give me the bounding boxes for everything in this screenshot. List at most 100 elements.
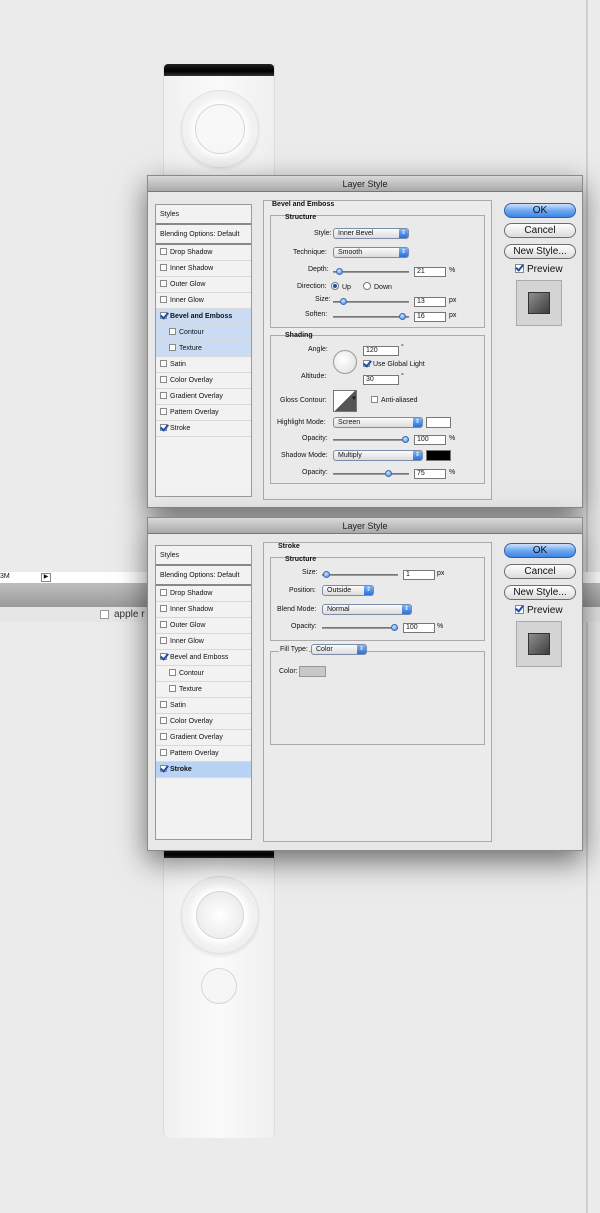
size-slider[interactable] [333, 298, 409, 305]
style-item[interactable]: Gradient Overlay [156, 389, 251, 405]
blending-options[interactable]: Blending Options: Default [156, 225, 251, 245]
checkbox-checked-icon[interactable] [160, 765, 167, 772]
new-style-button[interactable]: New Style... [504, 244, 576, 259]
checkbox-icon[interactable] [160, 360, 167, 367]
style-item[interactable]: Bevel and Emboss [156, 650, 251, 666]
style-item[interactable]: Texture [156, 682, 251, 698]
checkbox-icon[interactable] [160, 637, 167, 644]
slider-knob[interactable] [384, 470, 392, 477]
checkbox-icon[interactable] [160, 392, 167, 399]
soften-slider[interactable] [333, 313, 409, 320]
checkbox-icon[interactable] [160, 376, 167, 383]
checkbox-icon[interactable] [160, 408, 167, 415]
preview-checkbox[interactable]: Preview [515, 605, 563, 616]
slider-knob[interactable] [339, 298, 347, 305]
slider-knob[interactable] [391, 624, 398, 631]
cancel-button[interactable]: Cancel [504, 223, 576, 238]
checkbox-icon[interactable] [169, 669, 176, 676]
slider-knob[interactable] [336, 268, 344, 275]
checkbox-icon[interactable] [160, 280, 167, 287]
checkbox-checked-icon[interactable] [160, 424, 167, 431]
checkbox-checked-icon[interactable] [160, 653, 167, 660]
checkbox-icon[interactable] [160, 589, 167, 596]
checkbox-checked-icon[interactable] [160, 312, 167, 319]
style-item[interactable]: Contour [156, 666, 251, 682]
slider-knob[interactable] [322, 571, 330, 578]
style-item[interactable]: Contour [156, 325, 251, 341]
style-item[interactable]: Satin [156, 357, 251, 373]
stroke-color-swatch[interactable] [299, 666, 326, 677]
blend-mode-select[interactable]: Normal ⇕ [322, 604, 412, 615]
cancel-button[interactable]: Cancel [504, 564, 576, 579]
opacity-slider[interactable] [322, 624, 398, 631]
style-item[interactable]: Drop Shadow [156, 586, 251, 602]
style-item[interactable]: Gradient Overlay [156, 730, 251, 746]
preview-checkbox[interactable]: Preview [515, 264, 563, 275]
checkbox-icon[interactable] [160, 264, 167, 271]
style-item[interactable]: Outer Glow [156, 277, 251, 293]
style-item[interactable]: Satin [156, 698, 251, 714]
style-select[interactable]: Inner Bevel ⇕ [333, 228, 409, 239]
style-item[interactable]: Stroke [156, 421, 251, 437]
checkbox-icon[interactable] [160, 248, 167, 255]
style-item[interactable]: Inner Shadow [156, 602, 251, 618]
new-style-button[interactable]: New Style... [504, 585, 576, 600]
size-input[interactable]: 1 [403, 570, 435, 580]
style-item[interactable]: Inner Glow [156, 634, 251, 650]
slider-knob[interactable] [402, 436, 409, 443]
styles-header[interactable]: Styles [156, 205, 251, 225]
style-item[interactable]: Drop Shadow [156, 245, 251, 261]
shadow-color-swatch[interactable] [426, 450, 451, 461]
soften-input[interactable]: 16 [414, 312, 446, 322]
gloss-dropdown-arrow-icon[interactable]: ▼ [351, 396, 357, 402]
checkbox-icon[interactable] [160, 605, 167, 612]
highlight-opacity-slider[interactable] [333, 436, 409, 443]
style-item[interactable]: Color Overlay [156, 714, 251, 730]
style-item[interactable]: Inner Shadow [156, 261, 251, 277]
style-item[interactable]: Pattern Overlay [156, 405, 251, 421]
highlight-mode-select[interactable]: Screen ⇕ [333, 417, 423, 428]
style-item[interactable]: Inner Glow [156, 293, 251, 309]
slider-knob[interactable] [398, 313, 406, 320]
position-select[interactable]: Outside ⇕ [322, 585, 374, 596]
angle-dial-icon[interactable] [333, 350, 357, 374]
checkbox-icon[interactable] [160, 749, 167, 756]
play-arrow-icon[interactable]: ▶ [41, 573, 51, 582]
global-light-checkbox[interactable]: Use Global Light [363, 360, 425, 368]
altitude-input[interactable]: 30 [363, 375, 399, 385]
size-input[interactable]: 13 [414, 297, 446, 307]
direction-down-radio[interactable]: Down [363, 282, 392, 291]
size-slider[interactable] [322, 571, 398, 578]
fill-type-select[interactable]: Color ⇕ [311, 644, 367, 655]
checkbox-icon[interactable] [169, 685, 176, 692]
depth-slider[interactable] [333, 268, 409, 275]
style-item[interactable]: Pattern Overlay [156, 746, 251, 762]
style-item[interactable]: Color Overlay [156, 373, 251, 389]
anti-aliased-checkbox[interactable]: Anti-aliased [371, 396, 418, 404]
shadow-mode-select[interactable]: Multiply ⇕ [333, 450, 423, 461]
style-item[interactable]: Outer Glow [156, 618, 251, 634]
highlight-color-swatch[interactable] [426, 417, 451, 428]
checkbox-icon[interactable] [160, 733, 167, 740]
checkbox-icon[interactable] [160, 701, 167, 708]
ok-button[interactable]: OK [504, 543, 576, 558]
highlight-opacity-input[interactable]: 100 [414, 435, 446, 445]
styles-header[interactable]: Styles [156, 546, 251, 566]
checkbox-icon[interactable] [160, 296, 167, 303]
ok-button[interactable]: OK [504, 203, 576, 218]
opacity-input[interactable]: 100 [403, 623, 435, 633]
blending-options[interactable]: Blending Options: Default [156, 566, 251, 586]
checkbox-icon[interactable] [160, 717, 167, 724]
shadow-opacity-slider[interactable] [333, 470, 409, 477]
checkbox-icon[interactable] [169, 344, 176, 351]
depth-input[interactable]: 21 [414, 267, 446, 277]
style-item[interactable]: Texture [156, 341, 251, 357]
angle-input[interactable]: 120 [363, 346, 399, 356]
checkbox-icon[interactable] [169, 328, 176, 335]
layer-visibility-checkbox[interactable] [100, 610, 109, 619]
direction-up-radio[interactable]: Up [331, 282, 351, 291]
technique-select[interactable]: Smooth ⇕ [333, 247, 409, 258]
shadow-opacity-input[interactable]: 75 [414, 469, 446, 479]
checkbox-icon[interactable] [160, 621, 167, 628]
style-item[interactable]: Stroke [156, 762, 251, 778]
